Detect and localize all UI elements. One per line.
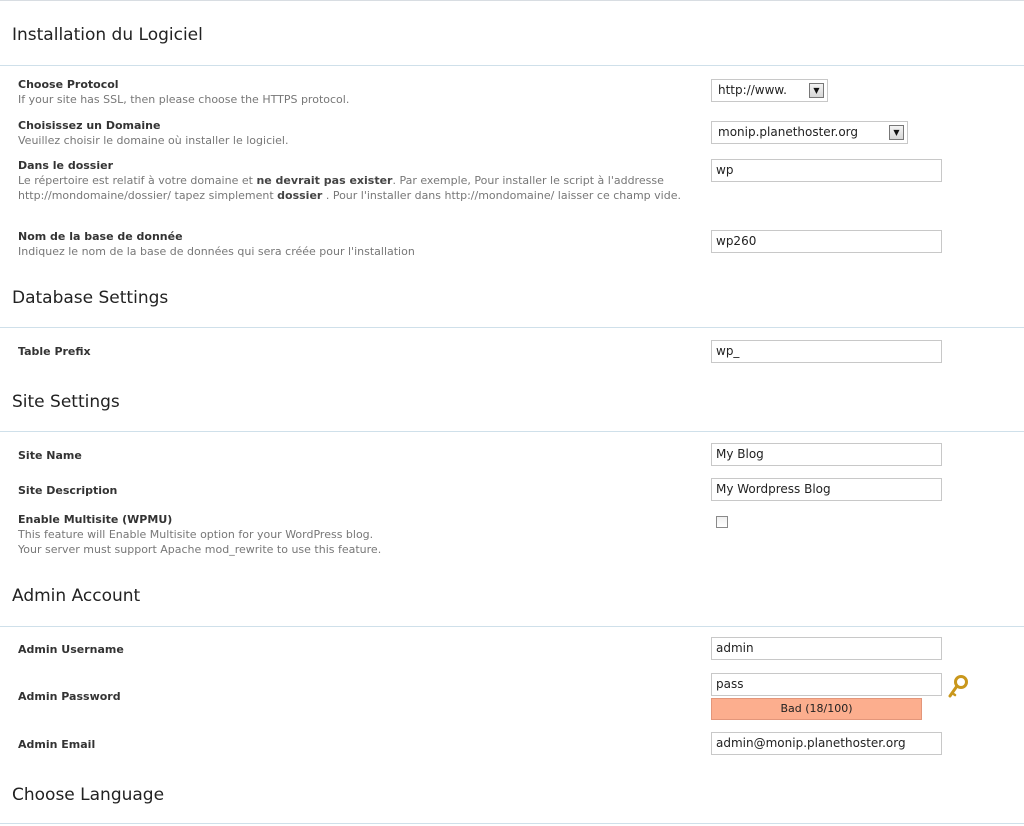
admin-email-label: Admin Email: [18, 738, 96, 751]
directory-label-block: Dans le dossier Le répertoire est relati…: [18, 159, 698, 203]
site-description-label: Site Description: [18, 484, 118, 497]
directory-input[interactable]: wp: [711, 159, 942, 182]
section-divider: [0, 65, 1024, 66]
site-description-input[interactable]: My Wordpress Blog: [711, 478, 942, 501]
domain-label: Choisissez un Domaine: [18, 119, 161, 132]
protocol-select[interactable]: http://www. ▼: [711, 79, 828, 102]
chevron-down-icon[interactable]: ▼: [809, 83, 824, 98]
directory-label: Dans le dossier: [18, 159, 114, 172]
multisite-label: Enable Multisite (WPMU): [18, 513, 173, 526]
section-title-admin: Admin Account: [12, 586, 141, 606]
section-divider: [0, 626, 1024, 627]
dbname-label: Nom de la base de donnée: [18, 230, 183, 243]
domain-select-value: monip.planethoster.org: [718, 125, 859, 139]
install-form-page: Installation du Logiciel Choose Protocol…: [0, 0, 1024, 826]
multisite-description-line: Your server must support Apache mod_rewr…: [18, 543, 382, 556]
admin-password-label-block: Admin Password: [18, 690, 698, 704]
protocol-label: Choose Protocol: [18, 78, 119, 91]
dbname-input[interactable]: wp260: [711, 230, 942, 253]
site-name-label-block: Site Name: [18, 449, 698, 463]
section-divider: [0, 823, 1024, 824]
site-name-label: Site Name: [18, 449, 82, 462]
section-divider: [0, 327, 1024, 328]
admin-username-label-block: Admin Username: [18, 643, 698, 657]
multisite-label-block: Enable Multisite (WPMU) This feature wil…: [18, 513, 698, 557]
table-prefix-input[interactable]: wp_: [711, 340, 942, 363]
domain-description: Veuillez choisir le domaine où installer…: [18, 134, 289, 147]
directory-desc-bold: ne devrait pas exister: [256, 174, 393, 187]
protocol-label-block: Choose Protocol If your site has SSL, th…: [18, 78, 698, 107]
dbname-description: Indiquez le nom de la base de données qu…: [18, 245, 415, 258]
table-prefix-label-block: Table Prefix: [18, 345, 698, 359]
admin-username-label: Admin Username: [18, 643, 124, 656]
section-title-database: Database Settings: [12, 288, 169, 308]
domain-select[interactable]: monip.planethoster.org ▼: [711, 121, 908, 144]
admin-email-input[interactable]: admin@monip.planethoster.org: [711, 732, 942, 755]
admin-password-input[interactable]: pass: [711, 673, 942, 696]
admin-password-label: Admin Password: [18, 690, 121, 703]
section-divider: [0, 431, 1024, 432]
multisite-checkbox[interactable]: [716, 516, 728, 528]
site-description-label-block: Site Description: [18, 484, 698, 498]
directory-desc-bold: dossier: [277, 189, 323, 202]
admin-email-label-block: Admin Email: [18, 738, 698, 752]
protocol-select-value: http://www.: [718, 83, 787, 97]
directory-desc-part: Le répertoire est relatif à votre domain…: [18, 174, 257, 187]
chevron-down-icon[interactable]: ▼: [889, 125, 904, 140]
dbname-label-block: Nom de la base de donnée Indiquez le nom…: [18, 230, 698, 259]
section-title-language: Choose Language: [12, 785, 165, 805]
key-icon[interactable]: [947, 675, 969, 699]
domain-label-block: Choisissez un Domaine Veuillez choisir l…: [18, 119, 698, 148]
section-title-install: Installation du Logiciel: [12, 25, 203, 45]
directory-description: Le répertoire est relatif à votre domain…: [18, 173, 698, 203]
site-name-input[interactable]: My Blog: [711, 443, 942, 466]
section-title-site: Site Settings: [12, 392, 120, 412]
multisite-description-line: This feature will Enable Multisite optio…: [18, 528, 374, 541]
protocol-description: If your site has SSL, then please choose…: [18, 93, 350, 106]
directory-desc-part: . Pour l'installer dans http://mondomain…: [322, 189, 681, 202]
table-prefix-label: Table Prefix: [18, 345, 91, 358]
password-strength-meter: Bad (18/100): [711, 698, 922, 720]
admin-username-input[interactable]: admin: [711, 637, 942, 660]
